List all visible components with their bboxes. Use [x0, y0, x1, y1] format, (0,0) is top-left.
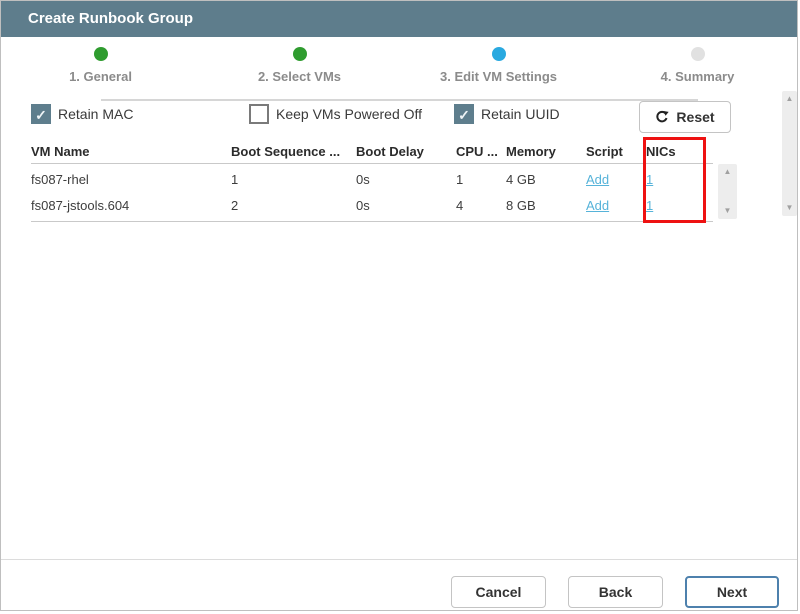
- step-label: 2. Select VMs: [258, 69, 341, 84]
- step-label: 4. Summary: [661, 69, 735, 84]
- keep-vms-powered-off-label: Keep VMs Powered Off: [276, 104, 422, 124]
- step-general[interactable]: 1. General: [1, 47, 200, 84]
- column-header-vm-name[interactable]: VM Name: [31, 143, 231, 163]
- column-header-script[interactable]: Script: [586, 143, 646, 163]
- next-button[interactable]: Next: [685, 576, 779, 608]
- cpu-cell: 1: [456, 167, 506, 193]
- step-label: 1. General: [69, 69, 132, 84]
- scroll-up-icon[interactable]: ▲: [724, 167, 732, 177]
- nics-cell: 1: [646, 167, 713, 193]
- script-cell: Add: [586, 167, 646, 193]
- script-add-link[interactable]: Add: [586, 172, 609, 187]
- reset-button[interactable]: Reset: [639, 101, 731, 133]
- column-header-nics[interactable]: NICs: [646, 143, 713, 163]
- table-body: fs087-rhel 1 0s 1 4 GB Add 1 fs087-jstoo…: [31, 164, 713, 222]
- step-edit-vm-settings[interactable]: 3. Edit VM Settings: [399, 47, 598, 84]
- step-label: 3. Edit VM Settings: [440, 69, 557, 84]
- dialog-titlebar: Create Runbook Group: [1, 1, 797, 37]
- table-header-row: VM Name Boot Sequence ... Boot Delay CPU…: [31, 143, 713, 164]
- create-runbook-group-dialog: Create Runbook Group 1. General 2. Selec…: [0, 0, 798, 611]
- scroll-up-icon[interactable]: ▲: [786, 94, 794, 104]
- back-button[interactable]: Back: [568, 576, 663, 608]
- column-header-boot-delay[interactable]: Boot Delay: [356, 143, 456, 163]
- dialog-title: Create Runbook Group: [28, 10, 193, 27]
- step-active-dot-icon: [492, 47, 506, 61]
- column-header-memory[interactable]: Memory: [506, 143, 586, 163]
- script-cell: Add: [586, 193, 646, 219]
- step-summary[interactable]: 4. Summary: [598, 47, 797, 84]
- vm-settings-table: VM Name Boot Sequence ... Boot Delay CPU…: [31, 143, 713, 222]
- reset-button-label: Reset: [676, 109, 714, 125]
- table-row: fs087-jstools.604 2 0s 4 8 GB Add 1: [31, 193, 713, 219]
- step-upcoming-dot-icon: [691, 47, 705, 61]
- retain-mac-checkbox[interactable]: ✓: [31, 104, 51, 124]
- vm-name-cell: fs087-jstools.604: [31, 193, 231, 219]
- memory-cell: 8 GB: [506, 193, 586, 219]
- refresh-icon: [655, 110, 669, 124]
- nics-cell: 1: [646, 193, 713, 219]
- nics-count-link[interactable]: 1: [646, 172, 653, 187]
- boot-sequence-cell: 2: [231, 193, 356, 219]
- step-complete-dot-icon: [293, 47, 307, 61]
- table-scrollbar[interactable]: ▲ ▼: [718, 164, 737, 219]
- scroll-down-icon[interactable]: ▼: [724, 206, 732, 216]
- keep-vms-powered-off-checkbox[interactable]: [249, 104, 269, 124]
- check-icon: ✓: [458, 107, 470, 123]
- boot-delay-cell: 0s: [356, 193, 456, 219]
- cancel-button[interactable]: Cancel: [451, 576, 546, 608]
- step-complete-dot-icon: [94, 47, 108, 61]
- boot-sequence-cell: 1: [231, 167, 356, 193]
- dialog-scrollbar[interactable]: ▲ ▼: [782, 91, 797, 216]
- cpu-cell: 4: [456, 193, 506, 219]
- column-header-boot-sequence[interactable]: Boot Sequence ...: [231, 143, 356, 163]
- column-header-cpu[interactable]: CPU ...: [456, 143, 506, 163]
- step-select-vms[interactable]: 2. Select VMs: [200, 47, 399, 84]
- check-icon: ✓: [35, 107, 47, 123]
- footer-divider: [1, 559, 797, 560]
- script-add-link[interactable]: Add: [586, 198, 609, 213]
- retain-uuid-checkbox[interactable]: ✓: [454, 104, 474, 124]
- boot-delay-cell: 0s: [356, 167, 456, 193]
- wizard-steps: 1. General 2. Select VMs 3. Edit VM Sett…: [1, 47, 797, 84]
- retain-mac-label: Retain MAC: [58, 104, 133, 124]
- memory-cell: 4 GB: [506, 167, 586, 193]
- scroll-down-icon[interactable]: ▼: [786, 203, 794, 213]
- table-row: fs087-rhel 1 0s 1 4 GB Add 1: [31, 167, 713, 193]
- stepper-connector-line: [101, 99, 698, 101]
- nics-count-link[interactable]: 1: [646, 198, 653, 213]
- vm-name-cell: fs087-rhel: [31, 167, 231, 193]
- retain-uuid-label: Retain UUID: [481, 104, 560, 124]
